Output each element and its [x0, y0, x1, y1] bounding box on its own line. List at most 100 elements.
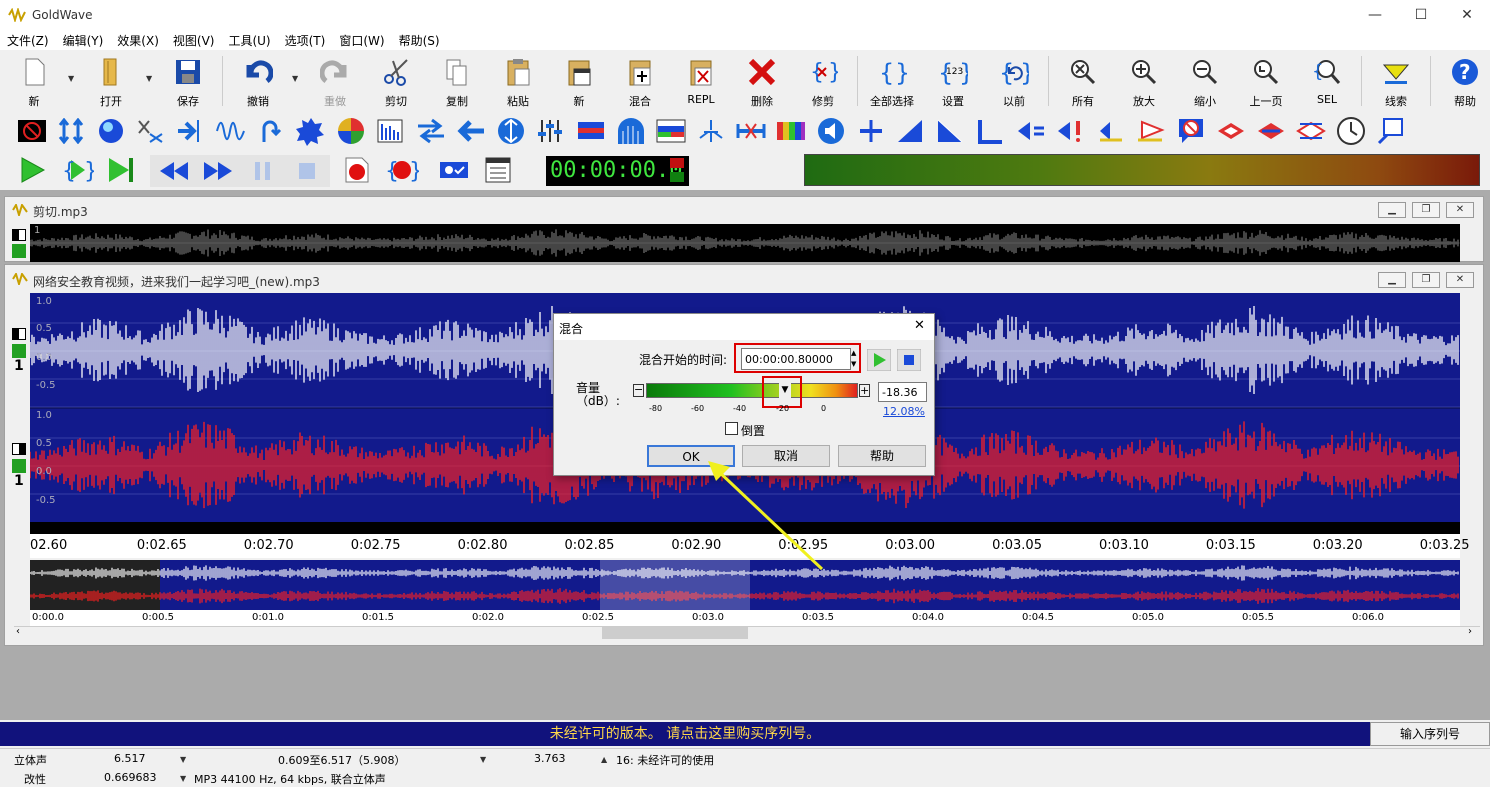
effect-icon[interactable]	[56, 118, 86, 144]
registration-banner[interactable]: 未经许可的版本。 请点击这里购买序列号。	[0, 722, 1370, 746]
open-dropdown-icon[interactable]: ▼	[146, 74, 152, 83]
effect-icon[interactable]	[1176, 116, 1206, 146]
delete-button[interactable]: 删除	[735, 55, 789, 108]
fast-forward-icon[interactable]	[202, 160, 234, 182]
effect-icon[interactable]	[1056, 118, 1086, 144]
effect-icon[interactable]	[856, 118, 886, 144]
select-all-button[interactable]: {}全部选择	[865, 55, 919, 108]
preview-play-icon[interactable]	[867, 349, 891, 371]
copy-button[interactable]: 复制	[430, 55, 484, 108]
volume-decrease-icon[interactable]: −	[633, 384, 644, 397]
effect-icon[interactable]	[736, 118, 766, 144]
menu-file[interactable]: 文件(Z)	[0, 30, 56, 51]
stop-icon[interactable]	[296, 160, 318, 182]
window-minimize-icon[interactable]: ▁	[1378, 272, 1406, 288]
effect-icon[interactable]	[776, 118, 806, 144]
effect-icon[interactable]	[656, 118, 686, 144]
effect-icon[interactable]	[1376, 116, 1406, 146]
effect-icon[interactable]	[1216, 118, 1246, 144]
record-selection-icon[interactable]: {}	[385, 156, 419, 184]
enter-serial-button[interactable]: 输入序列号	[1370, 722, 1490, 746]
invert-checkbox[interactable]	[725, 422, 738, 435]
right-channel-enable[interactable]	[12, 459, 26, 473]
new-button[interactable]: 新	[7, 55, 61, 108]
save-button[interactable]: 保存	[161, 55, 215, 108]
effect-icon[interactable]	[456, 118, 486, 144]
effect-icon[interactable]	[18, 118, 48, 144]
set-button[interactable]: {123}设置	[926, 55, 980, 108]
window-restore-icon[interactable]: ❐	[1412, 202, 1440, 218]
effect-icon[interactable]	[296, 116, 326, 146]
effect-icon[interactable]	[256, 118, 286, 144]
effect-icon[interactable]	[376, 118, 406, 144]
redo-button[interactable]: 重做	[308, 55, 362, 108]
effect-icon[interactable]	[416, 118, 446, 144]
previous-page-button[interactable]: 上一页	[1239, 55, 1293, 108]
zoom-selection-button[interactable]: {SEL	[1300, 55, 1354, 107]
left-channel-enable[interactable]	[12, 344, 26, 358]
volume-slider[interactable]	[646, 383, 858, 398]
effect-icon[interactable]	[1136, 118, 1166, 144]
pause-icon[interactable]	[252, 160, 274, 182]
effect-icon[interactable]	[136, 118, 166, 144]
mix-button[interactable]: 混合	[613, 55, 667, 108]
channel-enable-check[interactable]	[12, 244, 26, 258]
menu-help[interactable]: 帮助(S)	[392, 30, 447, 51]
cue-button[interactable]: 线索	[1369, 55, 1423, 108]
scroll-right-icon[interactable]: ›	[1468, 626, 1472, 637]
dialog-close-icon[interactable]: ✕	[914, 318, 925, 333]
rewind-icon[interactable]	[158, 160, 190, 182]
menu-effects[interactable]: 效果(X)	[110, 30, 166, 51]
effect-icon[interactable]	[816, 116, 846, 146]
undo-button[interactable]: 撤销	[231, 55, 285, 108]
maximize-icon[interactable]: ☐	[1398, 0, 1444, 30]
left-channel-toggle[interactable]	[12, 328, 26, 340]
db-value-input[interactable]	[878, 382, 927, 402]
status-dropdown-icon[interactable]: ▲	[601, 755, 607, 764]
effect-icon[interactable]	[576, 118, 606, 144]
zoom-out-button[interactable]: 缩小	[1178, 55, 1232, 108]
close-icon[interactable]: ✕	[1444, 0, 1490, 30]
effect-icon[interactable]	[96, 116, 126, 146]
status-dropdown-icon[interactable]: ▼	[180, 755, 186, 764]
control-properties-icon[interactable]	[484, 156, 512, 184]
play-to-end-icon[interactable]	[106, 156, 136, 184]
right-channel-toggle[interactable]	[12, 443, 26, 455]
effect-icon[interactable]	[696, 118, 726, 144]
cut-button[interactable]: 剪切	[369, 55, 423, 108]
paste-button[interactable]: 粘贴	[491, 55, 545, 108]
previous-button[interactable]: {}以前	[987, 55, 1041, 108]
trim-button[interactable]: {}修剪	[796, 55, 850, 108]
effect-icon[interactable]	[1296, 118, 1326, 144]
effect-icon[interactable]	[1016, 118, 1046, 144]
scroll-left-icon[interactable]: ‹	[16, 626, 20, 637]
effect-icon[interactable]	[216, 118, 246, 144]
play-selection-icon[interactable]: {}	[62, 156, 94, 184]
replace-button[interactable]: REPL	[674, 55, 728, 107]
new-dropdown-icon[interactable]: ▼	[68, 74, 74, 83]
volume-increase-icon[interactable]: +	[859, 384, 870, 397]
menu-view[interactable]: 视图(V)	[166, 30, 222, 51]
record-new-icon[interactable]	[342, 156, 372, 184]
menu-options[interactable]: 选项(T)	[278, 30, 333, 51]
play-icon[interactable]	[18, 156, 48, 184]
left-channel-toggle[interactable]	[12, 229, 26, 241]
help-button[interactable]: ? 帮助	[1438, 55, 1490, 108]
zoom-in-button[interactable]: 放大	[1117, 55, 1171, 108]
menu-tools[interactable]: 工具(U)	[221, 30, 277, 51]
window-close-icon[interactable]: ✕	[1446, 202, 1474, 218]
paste-new-button[interactable]: 新	[552, 55, 606, 108]
record-control-icon[interactable]	[438, 158, 470, 182]
effect-icon[interactable]	[176, 118, 206, 144]
effect-icon[interactable]	[616, 116, 646, 146]
menu-edit[interactable]: 编辑(Y)	[56, 30, 111, 51]
status-dropdown-icon[interactable]: ▼	[180, 774, 186, 783]
effect-icon[interactable]	[1096, 118, 1126, 144]
window-close-icon[interactable]: ✕	[1446, 272, 1474, 288]
open-button[interactable]: 打开	[84, 55, 138, 108]
preview-stop-icon[interactable]	[897, 349, 921, 371]
dialog-help-button[interactable]: 帮助	[838, 445, 926, 467]
window-restore-icon[interactable]: ❐	[1412, 272, 1440, 288]
zoom-all-button[interactable]: 所有	[1056, 55, 1110, 108]
status-dropdown-icon[interactable]: ▼	[480, 755, 486, 764]
